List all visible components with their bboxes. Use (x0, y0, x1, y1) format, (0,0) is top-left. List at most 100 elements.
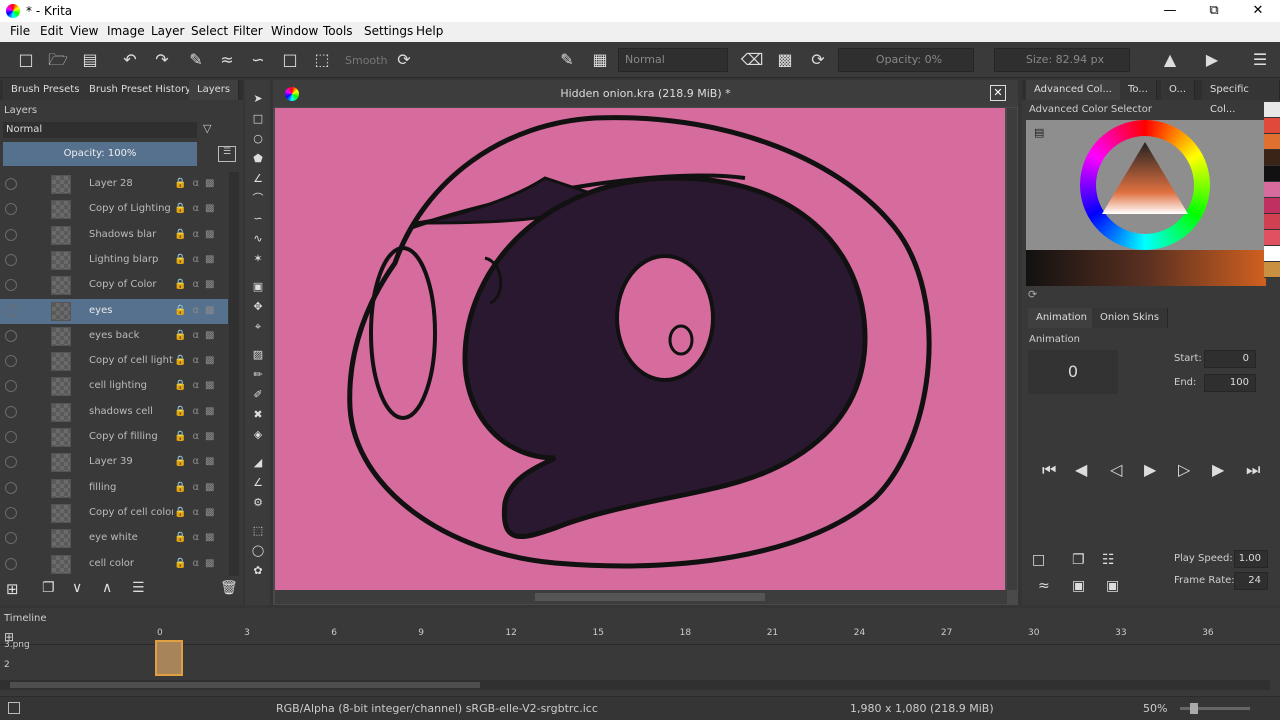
layer-name[interactable]: eyes back (89, 330, 173, 341)
layer-name[interactable]: cell color (89, 558, 173, 569)
gradient-tool-icon[interactable]: ▨ (251, 348, 265, 362)
start-frame-input[interactable]: 0 (1204, 350, 1256, 368)
add-frame-icon[interactable]: □ (1032, 552, 1045, 568)
layer-flags-icons[interactable]: 🔒α▩ (174, 558, 221, 569)
size-slider[interactable]: Size: 82.94 px (994, 48, 1130, 72)
visibility-eye-icon[interactable] (5, 304, 17, 317)
layer-row[interactable]: eyes 🔒α▩ (0, 298, 228, 324)
next-keyframe-icon[interactable]: ▶ (1212, 460, 1224, 479)
visibility-eye-icon[interactable] (5, 279, 17, 292)
alpha-lock-icon[interactable]: ▩ (773, 48, 797, 72)
zoom-slider-handle[interactable] (1190, 703, 1198, 714)
dynamic-brush-icon[interactable]: ∿ (251, 232, 265, 246)
remove-frame-icon[interactable]: ☷ (1102, 552, 1115, 568)
move-layer-down-icon[interactable]: ∨ (72, 580, 82, 596)
menu-tools[interactable]: Tools (323, 24, 353, 38)
select-icon[interactable]: ⬚ (310, 48, 334, 72)
reference-tool-icon[interactable]: ⚙ (251, 496, 265, 510)
play-speed-input[interactable]: 1.00 (1234, 550, 1268, 568)
layer-name[interactable]: Lighting blarp (89, 254, 173, 265)
toolbar-menu-icon[interactable]: ☰ (1248, 48, 1272, 72)
refresh-icon[interactable]: ⟳ (1028, 288, 1037, 301)
image-size-info[interactable]: 1,980 x 1,080 (218.9 MiB) (850, 702, 994, 715)
layer-flags-icons[interactable]: 🔒α▩ (174, 254, 221, 265)
visibility-eye-icon[interactable] (5, 253, 17, 266)
layer-name[interactable]: Layer 39 (89, 456, 173, 467)
swatch[interactable] (1264, 118, 1280, 134)
mirror-vertical-icon[interactable]: ▶ (1200, 48, 1224, 72)
tab-brush-preset-history[interactable]: Brush Preset History (81, 80, 200, 100)
visibility-eye-icon[interactable] (5, 355, 17, 368)
last-frame-icon[interactable]: ⏭ (1246, 460, 1260, 480)
visibility-eye-icon[interactable] (5, 228, 17, 241)
tab-animation[interactable]: Animation (1028, 308, 1096, 328)
layer-row[interactable]: Copy of Lighting ...🔒α▩ (0, 197, 228, 222)
wrap-around-icon[interactable]: ⟳ (806, 48, 830, 72)
previous-frame-icon[interactable]: ◁ (1110, 460, 1122, 479)
layer-row[interactable]: Copy of filling 🔒α▩ (0, 425, 228, 450)
visibility-eye-icon[interactable] (5, 405, 17, 418)
layer-row[interactable]: eye white 🔒α▩ (0, 526, 228, 551)
layer-flags-icons[interactable]: 🔒α▩ (174, 355, 221, 366)
layer-name[interactable]: Copy of Color (89, 279, 173, 290)
layer-flags-icons[interactable]: 🔒α▩ (174, 178, 221, 189)
brush-tool-icon[interactable]: ✎ (184, 48, 208, 72)
auto-key-icon[interactable]: ▣ (1106, 578, 1119, 594)
visibility-eye-icon[interactable] (5, 380, 17, 393)
layer-flags-icons[interactable]: 🔒α▩ (174, 431, 221, 442)
visibility-eye-icon[interactable] (5, 506, 17, 519)
layer-name[interactable]: Layer 28 (89, 178, 173, 189)
opacity-slider[interactable]: Opacity: 0% (838, 48, 974, 72)
onion-skin-icon[interactable]: ≈ (1038, 578, 1050, 594)
layer-name[interactable]: Copy of cell lighti... (89, 355, 173, 366)
swatch[interactable] (1264, 182, 1280, 198)
transform-tool-icon[interactable]: ▣ (251, 280, 265, 294)
polygon-icon[interactable]: ⬟ (251, 152, 265, 166)
freehand-path-icon[interactable]: ∽ (251, 212, 265, 226)
visibility-eye-icon[interactable] (5, 431, 17, 443)
freehand-select-icon[interactable]: ✿ (251, 564, 265, 578)
play-icon[interactable]: ▶ (1144, 460, 1156, 479)
mirror-horizontal-icon[interactable]: ▲ (1158, 48, 1182, 72)
drawing-canvas[interactable] (275, 108, 1005, 590)
layer-row[interactable]: eyes back 🔒α▩ (0, 324, 228, 349)
reset-icon[interactable]: ⟳ (392, 48, 416, 72)
layer-row[interactable]: Layer 28 🔒α▩ (0, 172, 228, 197)
tab-layers[interactable]: Layers (189, 80, 240, 100)
menu-view[interactable]: View (70, 24, 98, 38)
current-frame-cell[interactable] (155, 640, 183, 676)
menu-layer[interactable]: Layer (151, 24, 184, 38)
open-document-icon[interactable]: 🗁 (46, 48, 70, 72)
layer-flags-icons[interactable]: 🔒α▩ (174, 203, 221, 214)
rect-select-icon[interactable]: ⬚ (251, 524, 265, 538)
color-history-bar[interactable] (1026, 250, 1266, 286)
layer-name[interactable]: cell lighting (89, 380, 173, 391)
current-frame-display[interactable]: 0 (1028, 350, 1118, 394)
tab-specific-color[interactable]: Specific Col... (1202, 80, 1280, 115)
delete-layer-icon[interactable]: 🗑 (220, 580, 238, 596)
ellipse-icon[interactable]: ○ (251, 132, 265, 146)
layer-name[interactable]: Copy of Lighting ... (89, 203, 173, 214)
brush-preset-icon[interactable]: ✎ (555, 48, 579, 72)
eraser-icon[interactable]: ⌫ (740, 48, 764, 72)
workspace-icon[interactable]: ▦ (588, 48, 612, 72)
stroke-smoothing-icon[interactable]: ∽ (246, 48, 270, 72)
timeline-row-name[interactable]: 3.png (4, 640, 30, 650)
visibility-eye-icon[interactable] (5, 203, 17, 216)
layer-row[interactable]: Lighting blarp 🔒α▩ (0, 248, 228, 273)
layer-flags-icons[interactable]: 🔒α▩ (174, 507, 221, 518)
layer-name[interactable]: Copy of cell color (89, 507, 173, 518)
frame-rate-input[interactable]: 24 (1234, 572, 1268, 590)
advanced-color-selector[interactable]: ▤ (1026, 120, 1266, 254)
menu-help[interactable]: Help (416, 24, 443, 38)
undo-icon[interactable]: ↶ (118, 48, 142, 72)
menu-settings[interactable]: Settings (364, 24, 413, 38)
visibility-eye-icon[interactable] (5, 329, 17, 342)
swatch[interactable] (1264, 230, 1280, 246)
layer-properties-icon[interactable]: ☰ (218, 146, 236, 162)
visibility-eye-icon[interactable] (5, 456, 17, 469)
layer-name[interactable]: eyes (89, 305, 173, 316)
layer-row[interactable]: Copy of Color 🔒α▩ (0, 273, 228, 298)
visibility-eye-icon[interactable] (5, 557, 17, 570)
layer-flags-icons[interactable]: 🔒α▩ (174, 456, 221, 467)
